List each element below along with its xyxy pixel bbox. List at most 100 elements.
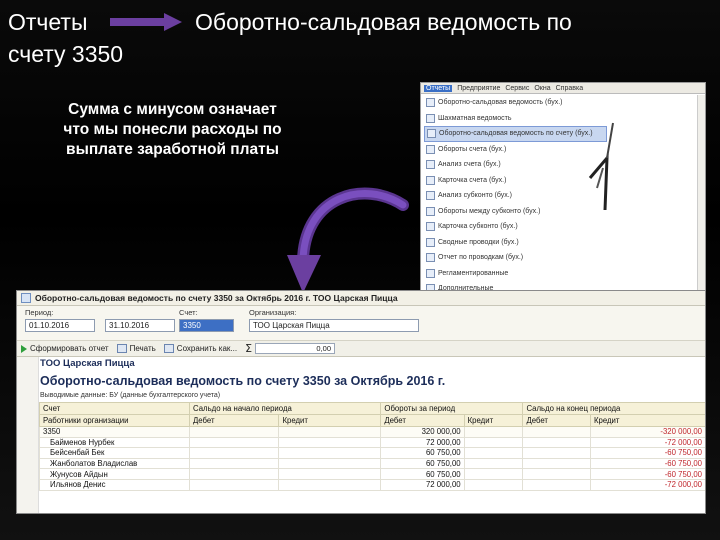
cell-value (522, 426, 591, 438)
save-icon (163, 344, 174, 353)
table-row[interactable]: Байменов Нурбек 72 000,00 -72 000,00 (39, 436, 705, 449)
report-icon (426, 160, 435, 170)
menu-reports[interactable]: Отчеты (424, 84, 453, 92)
header-account: Счет (39, 402, 190, 415)
menu-item-subconto-card[interactable]: Карточка субконто (бух.) (424, 219, 607, 235)
cell-value: 72 000,00 (380, 436, 465, 449)
report-icon (426, 191, 435, 201)
cell-value (188, 426, 280, 438)
cell-value: 320 000,00 (380, 426, 465, 438)
menu-scrollbar[interactable] (697, 95, 705, 293)
date-to-field[interactable]: 31.10.2016 (105, 319, 175, 332)
window-icon (21, 293, 31, 303)
window-title: Оборотно-сальдовая ведомость по счету 33… (35, 293, 398, 303)
row-name: 3350 (39, 426, 190, 438)
cell-value: -60 750,00 (589, 457, 705, 470)
menu-item-subconto-analysis[interactable]: Анализ субконто (бух.) (424, 188, 607, 204)
table-row[interactable]: Бейсенбай Бек 60 750,00 -60 750,00 (39, 447, 705, 459)
cell-value (522, 478, 591, 491)
account-field[interactable]: 3350 (179, 319, 234, 332)
header-credit: Кредит (463, 414, 524, 427)
report-icon (426, 268, 435, 278)
report-filter: Выводимые данные: БУ (данные бухгалтерск… (40, 392, 221, 399)
menu-item-analysis[interactable]: Анализ счета (бух.) (424, 157, 607, 173)
table-row[interactable]: Жунусов Айдын 60 750,00 -60 750,00 (39, 468, 705, 480)
header-opening-balance: Сальдо на начало периода (188, 402, 382, 415)
arrow-right-icon (110, 13, 182, 31)
header-debit: Дебет (380, 414, 465, 427)
row-name: Бейсенбай Бек (39, 447, 190, 459)
cell-value (278, 426, 382, 438)
cell-value (188, 457, 280, 470)
row-name: Жунусов Айдын (39, 468, 190, 480)
header-credit: Кредит (278, 414, 382, 427)
row-name: Байменов Нурбек (39, 436, 190, 449)
report-parameters: Период: Счет: Организация: 01.10.2016 31… (17, 306, 705, 340)
window-titlebar[interactable]: Оборотно-сальдовая ведомость по счету 33… (17, 291, 705, 306)
org-label: Организация: (249, 308, 297, 317)
cell-value (188, 468, 280, 480)
menu-bar: Отчеты Предприятие Сервис Окна Справка (421, 83, 705, 94)
cell-value: 60 750,00 (380, 457, 465, 470)
menu-help[interactable]: Справка (556, 85, 583, 92)
table-row[interactable]: Жанболатов Владислав 60 750,00 -60 750,00 (39, 457, 705, 470)
play-icon (21, 344, 27, 353)
header-credit: Кредит (589, 414, 705, 427)
table-row[interactable]: 3350 320 000,00 -320 000,00 (39, 426, 705, 438)
report-icon (426, 113, 435, 123)
row-name: Жанболатов Владислав (39, 457, 190, 470)
cell-value (188, 447, 280, 459)
title-line-2: счету 3350 (8, 41, 124, 67)
menu-item-summary[interactable]: Сводные проводки (бух.) (424, 235, 607, 251)
menu-item-subconto-turnover[interactable]: Обороты между субконто (бух.) (424, 204, 607, 220)
cell-value: -72 000,00 (589, 478, 705, 491)
print-button[interactable]: Печать (116, 344, 156, 353)
table-subheader-row: Работники организации Дебет Кредит Дебет… (39, 414, 705, 427)
report-window: Оборотно-сальдовая ведомость по счету 33… (16, 290, 706, 514)
sum-indicator: Σ 0,00 (245, 342, 336, 355)
menu-service[interactable]: Сервис (505, 85, 529, 92)
note-line-1: Сумма с минусом означает (68, 101, 277, 118)
reports-menu-list: Оборотно-сальдовая ведомость (бух.) Шахм… (424, 95, 607, 297)
menu-item-regulated[interactable]: Регламентированные (424, 266, 607, 282)
date-from-field[interactable]: 01.10.2016 (25, 319, 95, 332)
report-icon (426, 253, 435, 263)
menu-item-osv[interactable]: Оборотно-сальдовая ведомость (бух.) (424, 95, 607, 111)
report-organization: ТОО Царская Пицца (40, 358, 135, 369)
generate-report-button[interactable]: Сформировать отчет (21, 344, 109, 353)
report-icon (426, 222, 435, 232)
cell-value (522, 436, 591, 449)
cell-value (522, 457, 591, 470)
menu-item-osv-account[interactable]: Оборотно-сальдовая ведомость по счету (б… (424, 126, 607, 142)
cell-value (463, 447, 524, 459)
cell-value (278, 478, 382, 491)
menu-item-chess[interactable]: Шахматная ведомость (424, 111, 607, 127)
menu-windows[interactable]: Окна (534, 85, 550, 92)
cell-value (278, 436, 382, 449)
cell-value (463, 468, 524, 480)
save-as-button[interactable]: Сохранить как... (163, 344, 237, 353)
menu-item-card[interactable]: Карточка счета (бух.) (424, 173, 607, 189)
report-icon (426, 175, 435, 185)
header-debit: Дебет (522, 414, 591, 427)
header-employees: Работники организации (39, 414, 190, 427)
cell-value: -60 750,00 (589, 447, 705, 459)
menu-item-turnover[interactable]: Обороты счета (бух.) (424, 142, 607, 158)
cell-value: -320 000,00 (589, 426, 705, 438)
report-toolbar: Сформировать отчет Печать Сохранить как.… (17, 340, 705, 357)
cell-value (463, 457, 524, 470)
note-line-2: что мы понесли расходы по (63, 121, 282, 138)
menu-item-entries[interactable]: Отчет по проводкам (бух.) (424, 250, 607, 266)
header-closing-balance: Сальдо на конец периода (522, 402, 705, 415)
print-icon (116, 344, 127, 353)
cell-value (278, 468, 382, 480)
title-line-1: Отчеты (8, 9, 88, 35)
table-row[interactable]: Ильянов Денис 72 000,00 -72 000,00 (39, 478, 705, 491)
slide-title-left: Отчеты счету 3350 (8, 6, 123, 70)
header-turnover: Обороты за период (380, 402, 524, 415)
menu-enterprise[interactable]: Предприятие (457, 85, 500, 92)
note-line-3: выплате заработной платы (66, 141, 279, 158)
report-icon (427, 129, 436, 139)
report-body: ТОО Царская Пицца Оборотно-сальдовая вед… (17, 357, 705, 513)
organization-field[interactable]: ТОО Царская Пицца (249, 319, 419, 332)
